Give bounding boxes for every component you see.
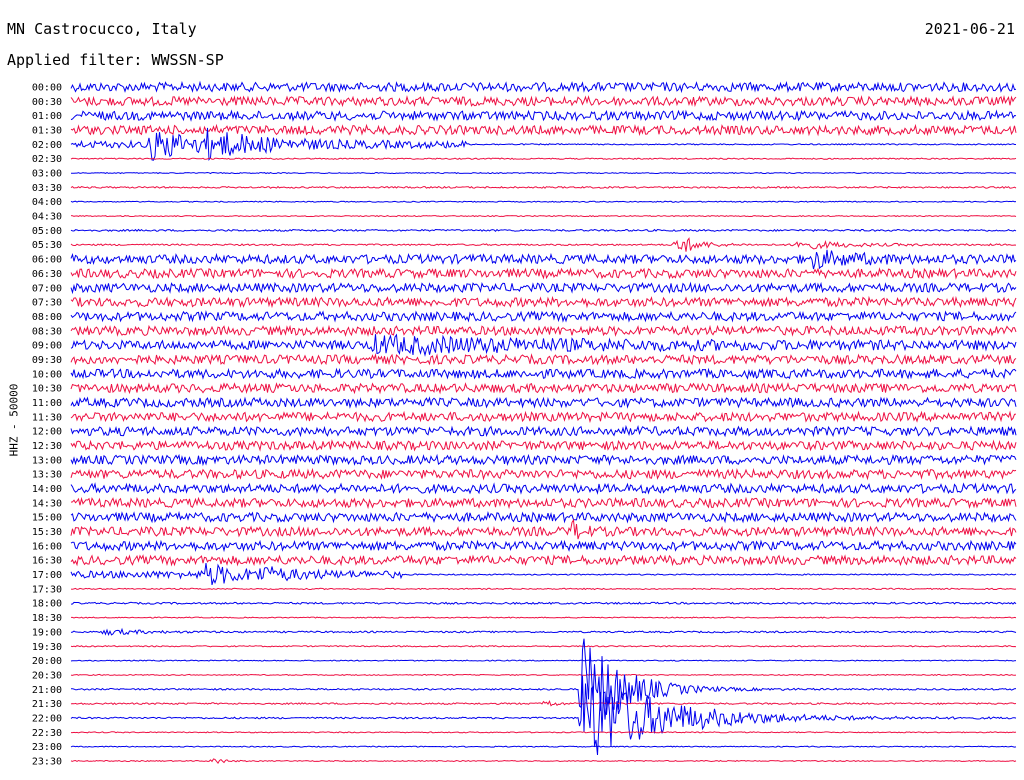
time-tick-label: 08:00 [32,312,62,323]
seismic-trace [70,563,1017,586]
seismic-trace [70,627,1017,636]
seismic-trace [70,745,1017,748]
helicorder-plot: 00:00 00:30 01:00 01:30 02:00 02:30 03:00 03:30… [32,80,1017,767]
seismic-trace [70,171,1017,175]
time-tick-label: 03:30 [32,183,62,194]
time-tick-label: 16:00 [32,541,62,552]
seismic-trace [70,467,1017,481]
time-tick-label: 09:30 [32,355,62,366]
seismic-trace [71,616,1017,619]
seismic-trace [70,310,1017,323]
seismic-trace [70,200,1017,203]
seismic-trace [70,510,1017,524]
seismic-trace [70,410,1017,424]
seismic-trace [70,659,1017,662]
time-tick-label: 21:00 [32,685,62,696]
time-tick-label: 06:00 [32,255,62,266]
seismic-trace [70,295,1017,309]
time-tick-label: 00:30 [32,97,62,108]
time-tick-label: 07:00 [32,283,62,294]
seismic-trace [70,554,1017,567]
seismic-trace [70,333,1017,357]
time-tick-label: 12:30 [32,441,62,452]
time-tick-label: 02:30 [32,154,62,165]
seismic-trace [70,353,1017,366]
seismic-trace [70,267,1017,280]
time-tick-label: 04:30 [32,212,62,223]
seismic-trace [70,237,1017,252]
time-tick-label: 15:30 [32,527,62,538]
time-tick-label: 02:00 [32,140,62,151]
time-tick-label: 23:30 [32,756,62,767]
time-tick-label: 18:00 [32,599,62,610]
seismic-trace [70,123,1017,137]
time-tick-label: 20:00 [32,656,62,667]
time-tick-label: 21:30 [32,699,62,710]
time-tick-label: 11:00 [32,398,62,409]
time-tick-label: 19:00 [32,627,62,638]
seismic-trace [70,80,1017,94]
time-tick-label: 01:00 [32,111,62,122]
time-tick-label: 01:30 [32,126,62,137]
seismic-trace [70,482,1017,495]
seismic-trace [70,700,1017,707]
seismic-trace [70,382,1017,395]
seismic-trace [70,95,1017,108]
seismic-trace [70,601,1017,605]
seismic-trace [70,249,1017,270]
seismic-trace [70,453,1017,467]
seismic-trace [70,215,1017,218]
time-tick-label: 14:30 [32,498,62,509]
time-tick-label: 14:00 [32,484,62,495]
time-tick-label: 08:30 [32,326,62,337]
seismic-trace [70,281,1017,295]
seismic-trace [70,367,1017,380]
time-tick-label: 05:30 [32,240,62,251]
time-tick-label: 05:00 [32,226,62,237]
time-tick-label: 23:00 [32,742,62,753]
time-tick-label: 17:00 [32,570,62,581]
time-tick-label: 18:30 [32,613,62,624]
seismic-trace [70,396,1017,409]
seismic-trace [70,638,1017,720]
seismic-trace [70,587,1017,591]
time-tick-label: 15:00 [32,513,62,524]
seismic-trace [70,675,1017,756]
time-tick-label: 07:30 [32,298,62,309]
seismic-trace [70,439,1017,452]
time-tick-label: 04:00 [32,197,62,208]
seismic-trace [70,645,1017,648]
seismic-trace [71,731,1017,734]
time-tick-label: 12:00 [32,427,62,438]
seismic-trace [70,324,1017,337]
time-tick-label: 09:00 [32,341,62,352]
seismic-trace [70,109,1017,122]
time-tick-label: 16:30 [32,556,62,567]
time-tick-label: 22:30 [32,728,62,739]
time-tick-label: 17:30 [32,584,62,595]
time-tick-label: 10:00 [32,369,62,380]
seismic-trace [70,424,1017,438]
time-tick-label: 22:00 [32,713,62,724]
time-tick-label: 10:30 [32,384,62,395]
time-tick-label: 03:00 [32,169,62,180]
seismic-trace [70,496,1017,510]
time-tick-label: 13:30 [32,470,62,481]
time-tick-label: 00:00 [32,83,62,94]
seismic-trace [70,185,1017,189]
time-tick-label: 13:00 [32,455,62,466]
seismic-trace [70,518,1017,540]
seismic-trace [70,758,1017,764]
time-tick-label: 11:30 [32,412,62,423]
seismic-trace [70,539,1017,553]
time-tick-label: 20:30 [32,670,62,681]
time-tick-label: 06:30 [32,269,62,280]
seismic-trace [70,157,1017,160]
seismic-trace [70,228,1017,233]
time-tick-label: 19:30 [32,642,62,653]
seismic-trace [70,673,1017,676]
